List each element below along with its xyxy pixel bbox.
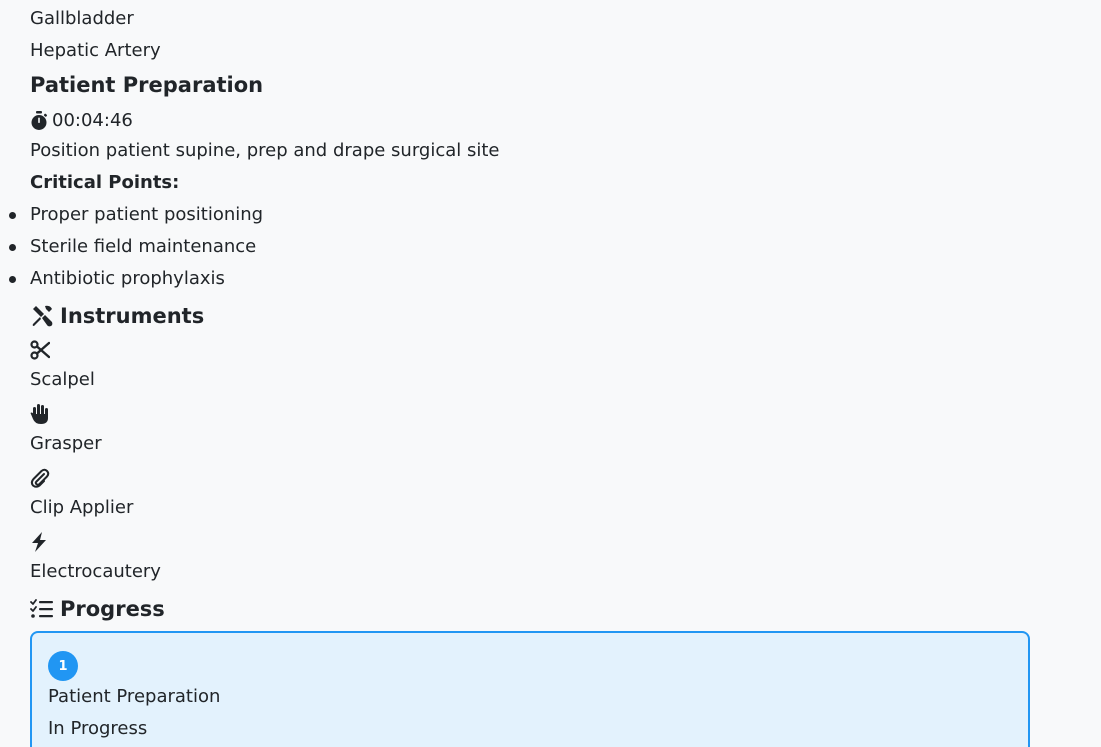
procedure-panel: Gallbladder Hepatic Artery Patient Prepa… xyxy=(0,0,1101,747)
instrument-icon-row xyxy=(30,462,1101,494)
list-item: Proper patient positioning xyxy=(9,201,1101,233)
anatomy-item: Gallbladder xyxy=(30,8,134,29)
instrument-label: Clip Applier xyxy=(30,497,134,518)
instrument-label: Electrocautery xyxy=(30,561,161,582)
instruments-heading: Instruments xyxy=(30,298,1101,334)
instrument-icon-row xyxy=(30,334,1101,366)
critical-points-list: Proper patient positioning Sterile field… xyxy=(9,201,1101,297)
progress-heading-text: Progress xyxy=(60,597,165,621)
hand-icon xyxy=(30,403,50,425)
critical-points-label: Critical Points: xyxy=(30,172,180,193)
instrument-label: Scalpel xyxy=(30,369,95,390)
scissors-icon xyxy=(30,340,50,360)
bolt-icon xyxy=(30,532,48,552)
instrument-icon-row xyxy=(30,526,1101,558)
list-check-icon xyxy=(30,599,54,619)
stopwatch-icon xyxy=(30,111,48,131)
step-timer: 00:04:46 xyxy=(30,105,1101,137)
progress-step-title: Patient Preparation xyxy=(48,686,221,707)
anatomy-item: Hepatic Artery xyxy=(30,40,161,61)
instrument-icon-row xyxy=(30,398,1101,430)
progress-heading: Progress xyxy=(30,591,1101,627)
tools-icon xyxy=(30,304,54,328)
step-title: Patient Preparation xyxy=(30,73,264,97)
step-description: Position patient supine, prep and drape … xyxy=(30,140,500,161)
instrument-label: Grasper xyxy=(30,433,102,454)
timer-value: 00:04:46 xyxy=(52,110,133,131)
list-item: Sterile field maintenance xyxy=(9,233,1101,265)
progress-step-status: In Progress xyxy=(48,718,148,739)
step-number-badge: 1 xyxy=(48,651,78,681)
instruments-heading-text: Instruments xyxy=(60,304,205,328)
list-item: Antibiotic prophylaxis xyxy=(9,265,1101,297)
paperclip-icon xyxy=(30,468,50,488)
progress-step-card[interactable]: 1 Patient Preparation In Progress xyxy=(30,631,1030,747)
